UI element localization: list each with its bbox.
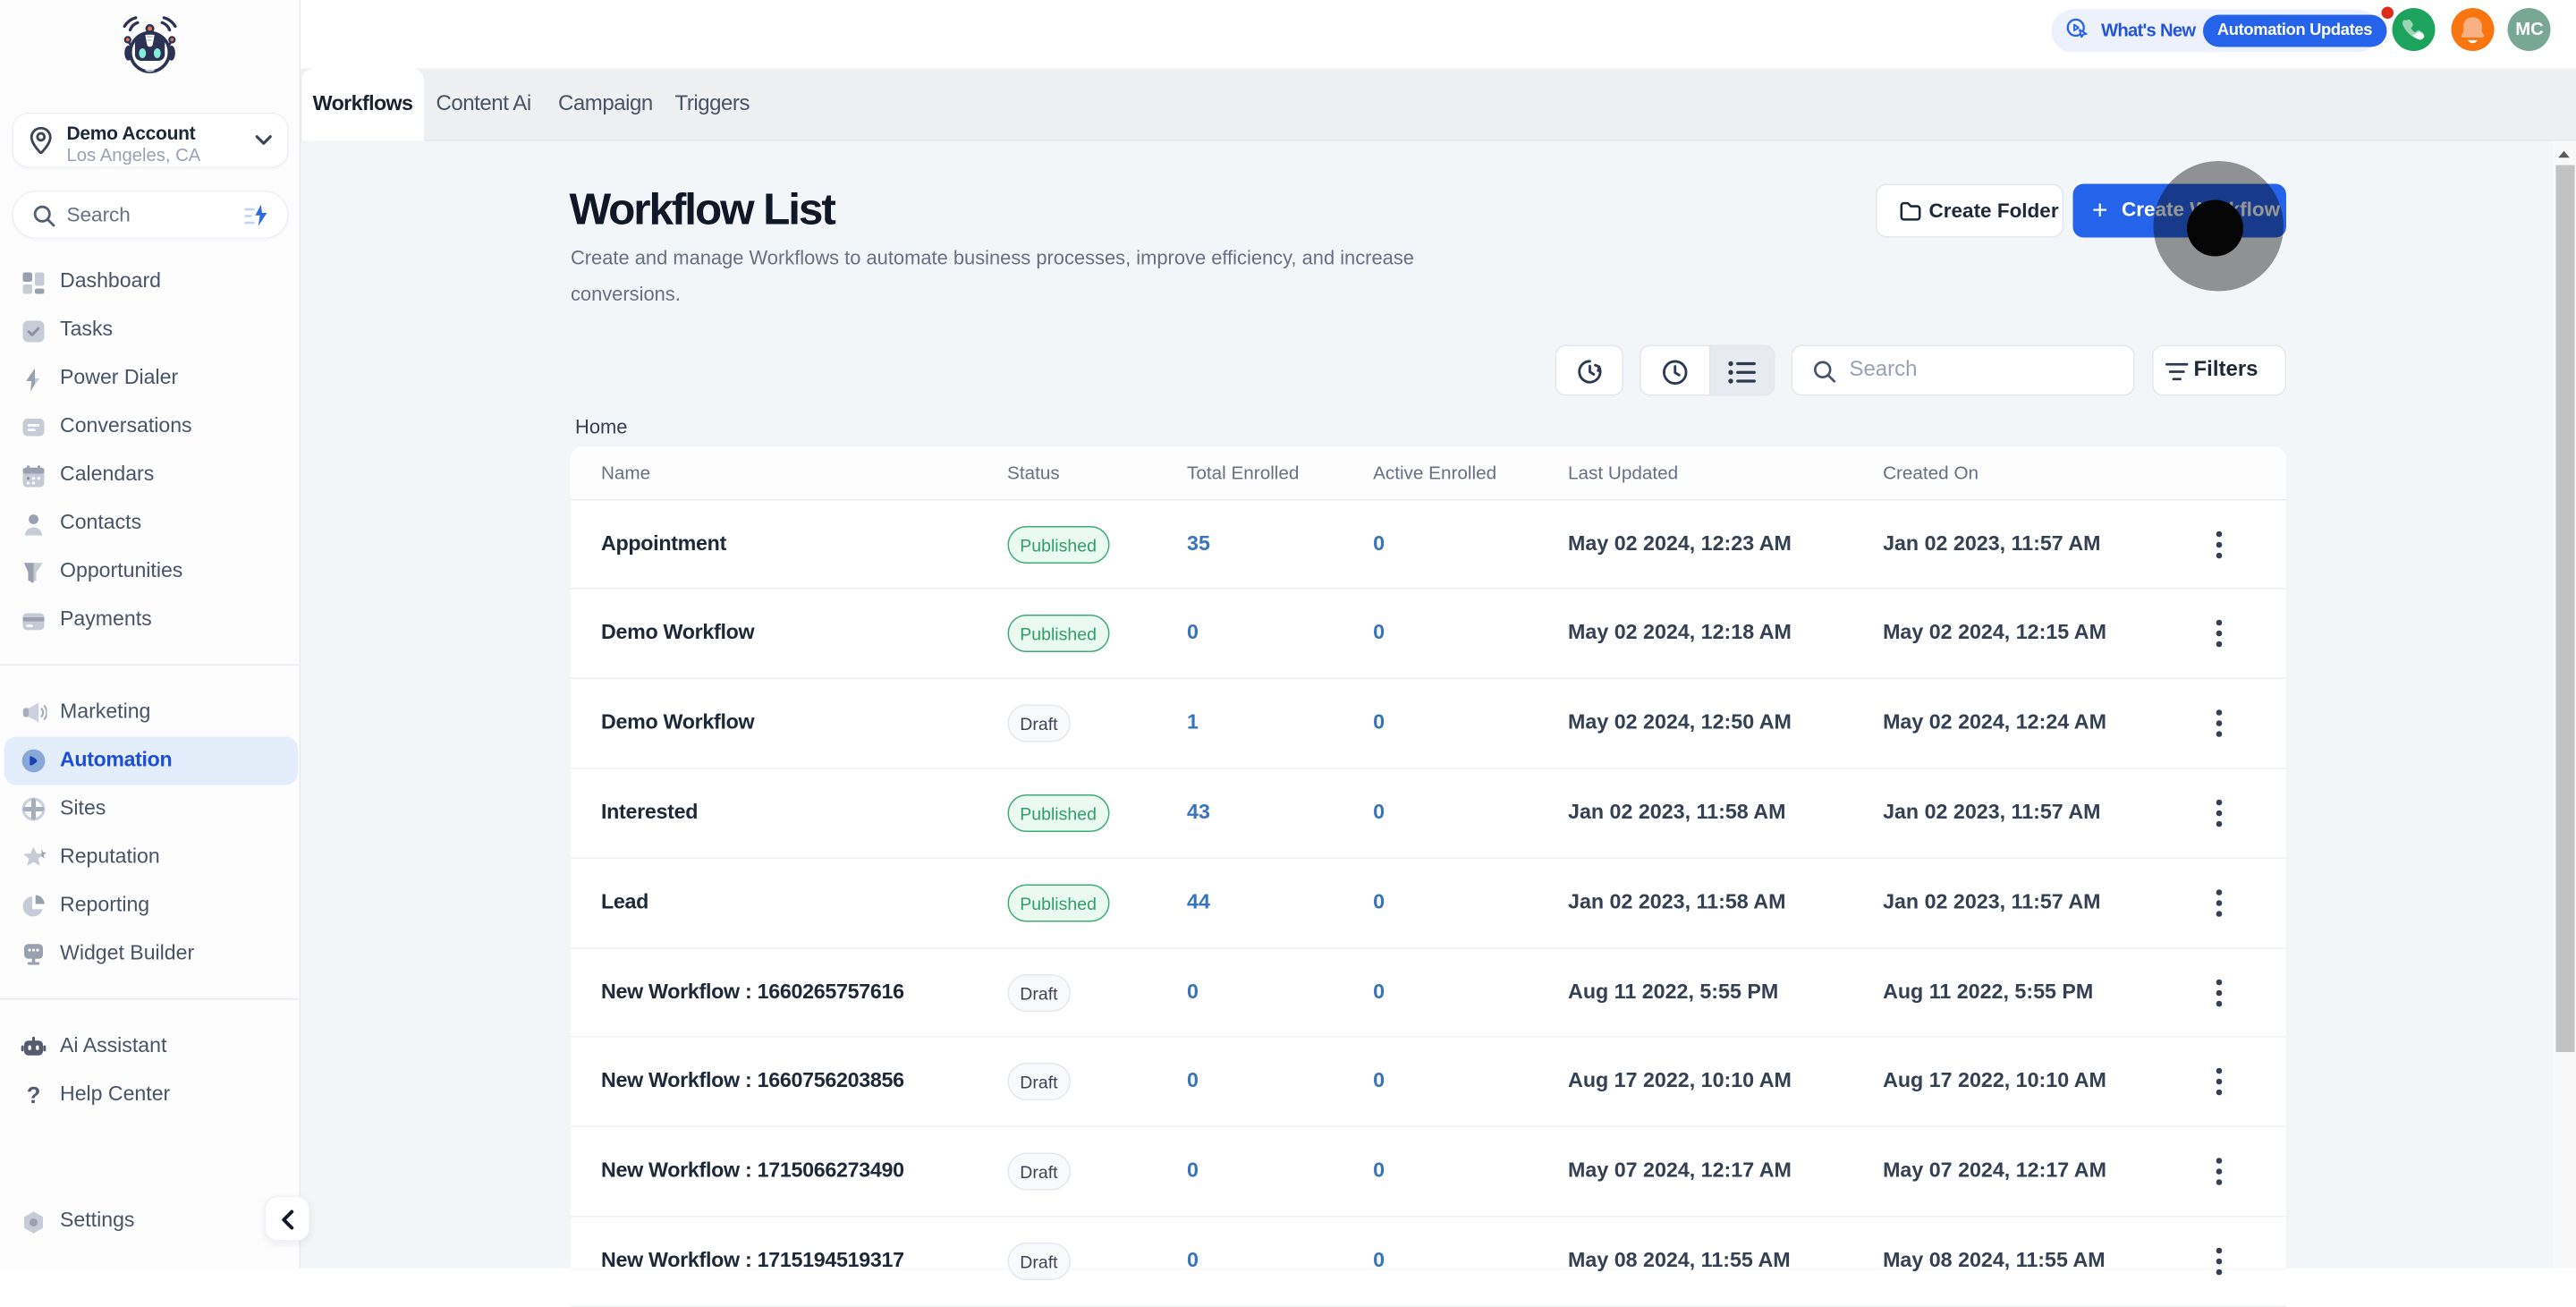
svg-text:?: ? — [27, 1083, 41, 1108]
